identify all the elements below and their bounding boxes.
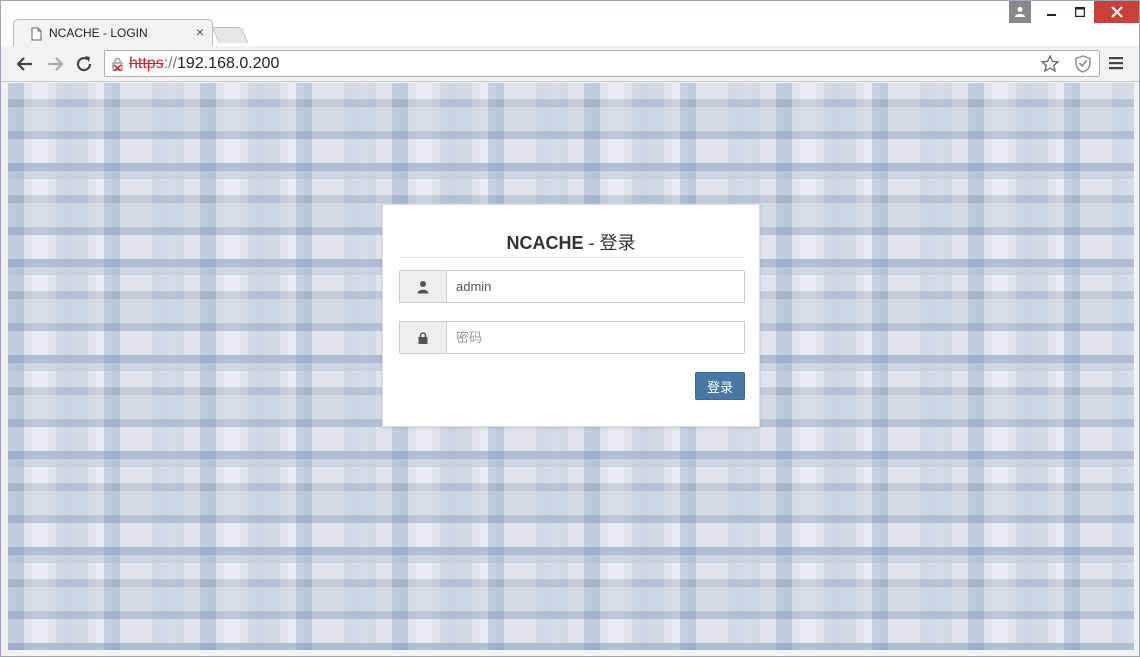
browser-window: NCACHE - LOGIN × https://192.168.0.200 N…	[0, 0, 1140, 657]
password-addon	[400, 322, 447, 353]
tab-strip: NCACHE - LOGIN ×	[1, 1, 1139, 47]
user-icon	[417, 280, 429, 293]
user-icon	[1015, 7, 1025, 17]
tab-ncache-login[interactable]: NCACHE - LOGIN ×	[13, 19, 213, 47]
minimize-icon	[1047, 14, 1056, 16]
profile-button[interactable]	[1009, 1, 1031, 23]
username-input[interactable]	[448, 271, 744, 302]
username-group	[399, 270, 745, 303]
username-addon	[400, 271, 447, 302]
close-icon	[1110, 6, 1123, 18]
login-panel: NCACHE - 登录 登录	[382, 204, 760, 427]
login-brand: NCACHE	[506, 233, 584, 253]
back-arrow-icon[interactable]	[15, 54, 35, 74]
new-tab-button[interactable]	[211, 27, 249, 43]
page-icon	[31, 27, 42, 41]
shield-icon[interactable]	[1073, 54, 1093, 74]
close-window-button[interactable]	[1094, 1, 1139, 23]
tab-close-icon[interactable]: ×	[196, 24, 204, 40]
browser-toolbar: https://192.168.0.200	[1, 46, 1139, 82]
url-separator: ://	[163, 55, 178, 72]
minimize-button[interactable]	[1039, 1, 1065, 23]
login-title-suffix: - 登录	[583, 233, 636, 253]
title-divider	[399, 257, 745, 258]
tab-title: NCACHE - LOGIN	[49, 26, 148, 40]
maximize-button[interactable]	[1067, 1, 1093, 23]
address-bar[interactable]: https://192.168.0.200	[104, 50, 1100, 77]
page-viewport: NCACHE - 登录 登录	[8, 83, 1134, 650]
forward-arrow-icon[interactable]	[45, 54, 65, 74]
login-button[interactable]: 登录	[695, 372, 745, 400]
login-title: NCACHE - 登录	[383, 229, 759, 255]
url-text: https://192.168.0.200	[129, 55, 279, 73]
reload-icon[interactable]	[74, 54, 94, 74]
insecure-lock-icon	[112, 57, 123, 71]
lock-icon	[418, 331, 428, 344]
password-input[interactable]	[448, 322, 744, 353]
url-protocol: https	[129, 55, 164, 72]
url-host: 192.168.0.200	[177, 55, 280, 72]
password-group	[399, 321, 745, 354]
maximize-icon	[1075, 7, 1085, 17]
hamburger-menu-icon[interactable]	[1107, 54, 1125, 72]
star-icon[interactable]	[1040, 54, 1060, 74]
